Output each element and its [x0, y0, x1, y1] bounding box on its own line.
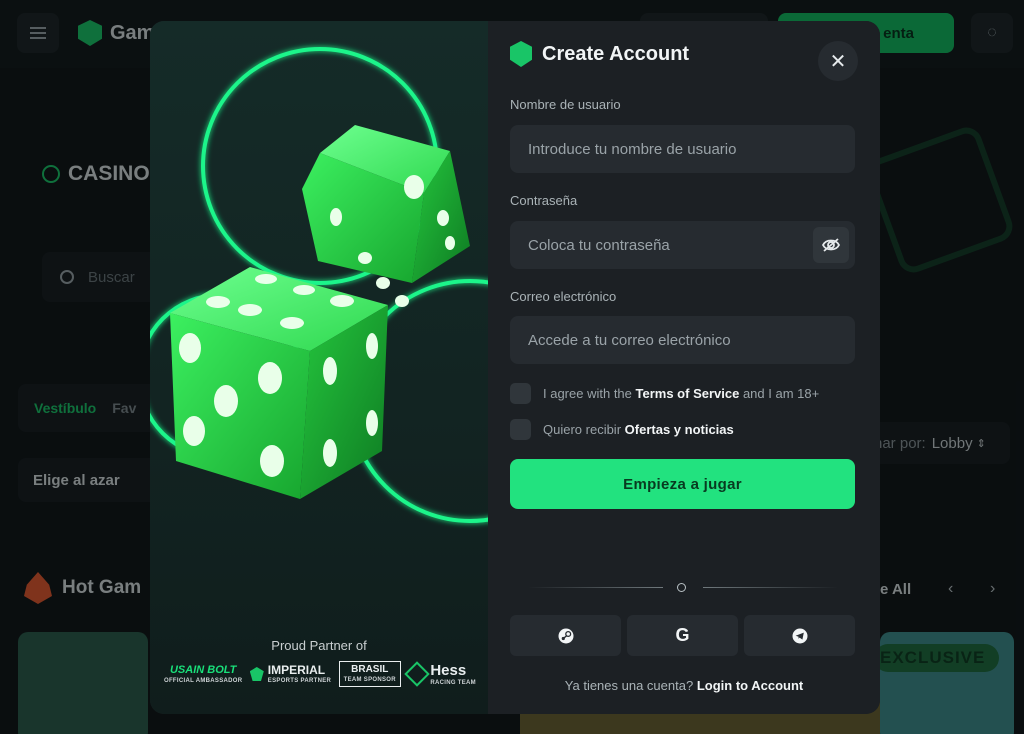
close-icon: ✕ — [829, 50, 847, 73]
imperial-logo: IMPERIAL ESPORTS PARTNER — [249, 663, 332, 684]
username-label: Nombre de usuario — [510, 97, 621, 112]
imperial-main: IMPERIAL — [267, 663, 326, 677]
offers-row: Quiero recibir Ofertas y noticias — [510, 419, 734, 440]
telegram-login-button[interactable] — [744, 615, 855, 656]
imperial-icon — [249, 667, 264, 681]
eye-slash-icon — [821, 238, 841, 252]
login-to-account-link[interactable]: Login to Account — [697, 678, 803, 693]
terms-text: I agree with the Terms of Service and I … — [543, 386, 819, 401]
offers-checkbox[interactable] — [510, 419, 531, 440]
email-label: Correo electrónico — [510, 289, 617, 304]
front-die — [170, 267, 388, 499]
create-account-modal: Proud Partner of USAIN BOLT OFFICIAL AMB… — [150, 21, 880, 714]
offers-link[interactable]: Ofertas y noticias — [625, 422, 734, 437]
telegram-icon — [792, 628, 807, 643]
hess-sub: RACING TEAM — [430, 679, 476, 686]
email-input[interactable] — [528, 331, 855, 349]
offers-text: Quiero recibir Ofertas y noticias — [543, 422, 734, 437]
username-field[interactable] — [510, 125, 855, 173]
login-prompt-text: Ya tienes una cuenta? — [564, 678, 694, 693]
modal-header: Create Account — [510, 41, 689, 67]
promo-panel: Proud Partner of USAIN BOLT OFFICIAL AMB… — [150, 21, 488, 714]
partners-title: Proud Partner of — [271, 638, 367, 653]
toggle-password-visibility-button[interactable] — [813, 227, 849, 263]
bolt-sub: OFFICIAL AMBASSADOR — [164, 677, 243, 684]
start-playing-button[interactable]: Empieza a jugar — [510, 459, 855, 509]
divider-dot-icon — [677, 583, 686, 592]
divider-line — [528, 587, 663, 588]
close-button[interactable]: ✕ — [818, 41, 858, 81]
terms-row: I agree with the Terms of Service and I … — [510, 383, 819, 404]
password-field[interactable] — [510, 221, 855, 269]
terms-of-service-link[interactable]: Terms of Service — [636, 386, 740, 401]
terms-prefix: I agree with the — [543, 386, 632, 401]
hess-main: Hess — [430, 661, 467, 679]
usain-bolt-logo: USAIN BOLT OFFICIAL AMBASSADOR — [164, 663, 243, 684]
terms-suffix: and I am 18+ — [742, 386, 820, 401]
imperial-sub: ESPORTS PARTNER — [267, 678, 332, 684]
offers-prefix: Quiero recibir — [543, 422, 622, 437]
password-label: Contraseña — [510, 193, 578, 208]
password-input[interactable] — [528, 236, 855, 254]
dice-illustration — [150, 47, 488, 523]
divider — [528, 583, 838, 592]
modal-title: Create Account — [542, 42, 690, 65]
back-die — [302, 125, 470, 307]
hess-logo: Hess RACING TEAM — [404, 661, 476, 687]
terms-checkbox[interactable] — [510, 383, 531, 404]
username-input[interactable] — [528, 140, 855, 158]
signup-form-panel: Create Account ✕ Nombre de usuario Contr… — [488, 21, 880, 714]
page: Gam enta ◌ CASINO Buscar Vestíbulo Fav E… — [0, 0, 1024, 734]
login-prompt: Ya tienes una cuenta? Login to Account — [488, 678, 880, 693]
google-icon: G — [675, 625, 690, 645]
google-login-button[interactable]: G — [627, 615, 738, 656]
brasil-sub: TEAM SPONSOR — [343, 677, 396, 683]
brasil-logo: BRASIL TEAM SPONSOR — [338, 661, 401, 687]
brasil-main: BRASIL — [351, 664, 389, 675]
shield-logo-icon — [510, 41, 532, 67]
steam-icon — [558, 628, 573, 643]
steam-login-button[interactable] — [510, 615, 621, 656]
email-field[interactable] — [510, 316, 855, 364]
hess-icon — [404, 661, 431, 687]
bolt-main: USAIN BOLT — [169, 663, 237, 676]
social-login: G — [510, 615, 855, 656]
divider-line — [703, 587, 838, 588]
partner-logos: USAIN BOLT OFFICIAL AMBASSADOR IMPERIAL … — [164, 661, 476, 687]
